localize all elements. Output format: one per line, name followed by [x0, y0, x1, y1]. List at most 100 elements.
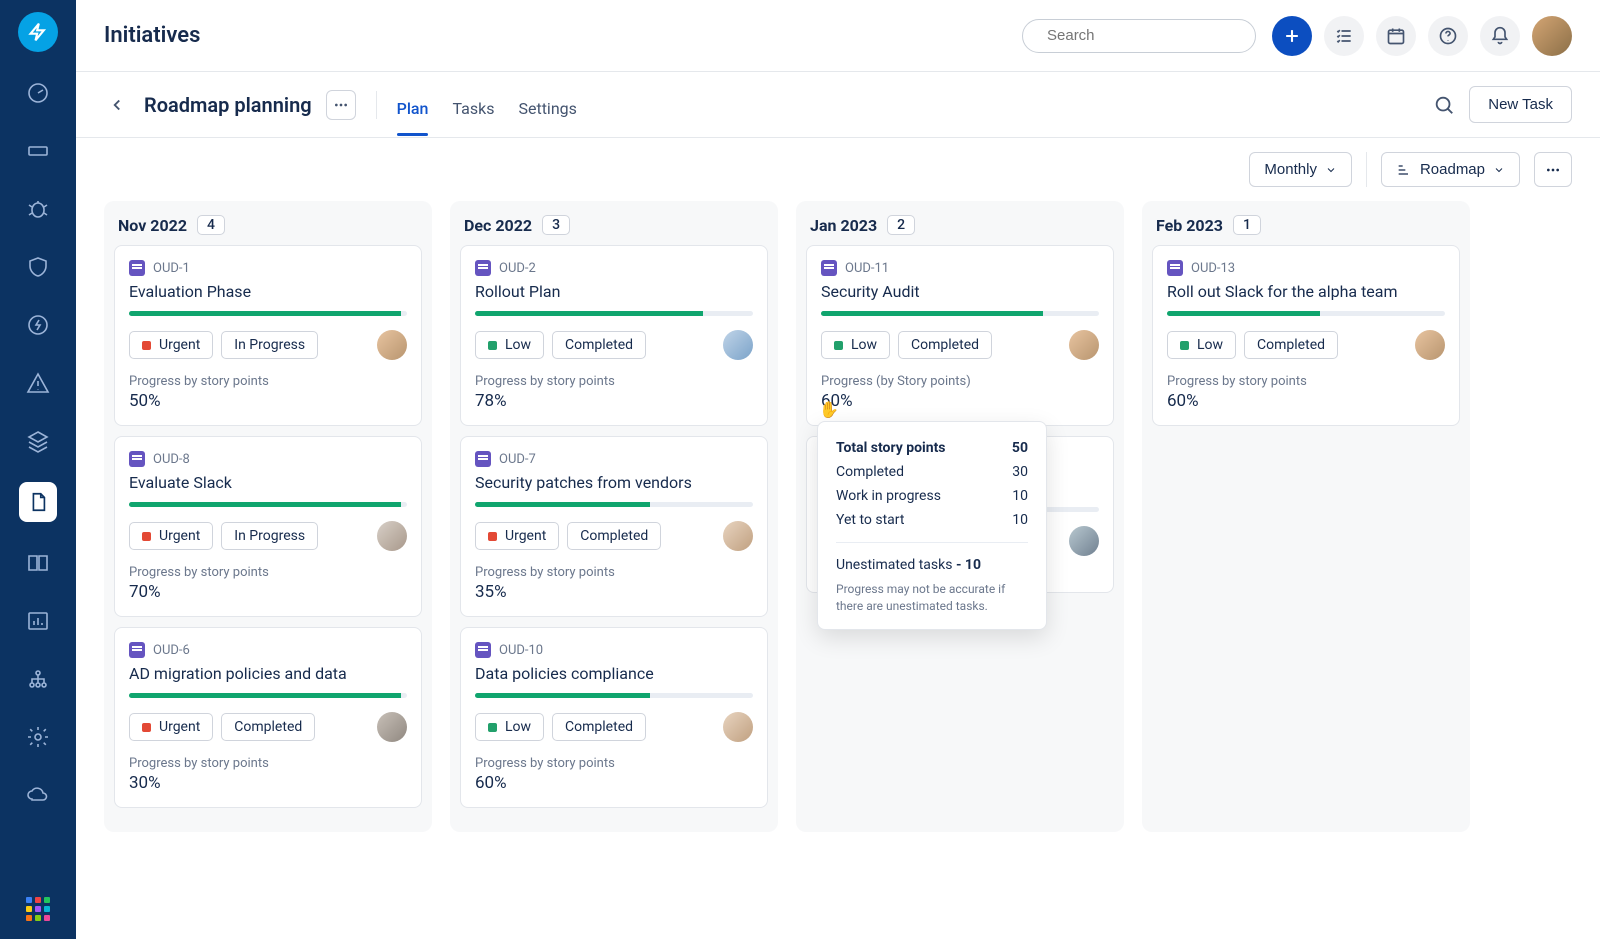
task-card[interactable]: OUD-11Security AuditLowCompletedProgress… [806, 245, 1114, 426]
calendar-icon[interactable] [1376, 16, 1416, 56]
nav-dashboard-icon[interactable] [21, 76, 55, 110]
priority-chip: Urgent [129, 331, 213, 359]
assignee-avatar[interactable] [377, 330, 407, 360]
scale-dropdown[interactable]: Monthly [1249, 152, 1352, 187]
divider [1366, 152, 1367, 187]
card-id: OUD-7 [499, 452, 536, 467]
app-switcher-icon[interactable] [26, 897, 50, 921]
priority-dot [488, 341, 497, 350]
progress-bar [821, 311, 1099, 316]
column-title: Jan 2023 [810, 216, 877, 235]
nav-tickets-icon[interactable] [21, 134, 55, 168]
view-label: Roadmap [1420, 161, 1485, 178]
status-chip: Completed [221, 713, 315, 741]
nav-chart-icon[interactable] [21, 604, 55, 638]
column-count: 3 [542, 215, 570, 235]
task-card[interactable]: OUD-13Roll out Slack for the alpha teamL… [1152, 245, 1460, 426]
initiative-icon [129, 642, 145, 658]
more-view-button[interactable] [1534, 152, 1572, 187]
card-title: Security patches from vendors [475, 473, 753, 492]
nav-document-icon[interactable] [19, 482, 57, 522]
task-card[interactable]: OUD-1Evaluation PhaseUrgentIn ProgressPr… [114, 245, 422, 426]
progress-value: 60% [1167, 391, 1445, 411]
column-title: Nov 2022 [118, 216, 187, 235]
tab-settings[interactable]: Settings [518, 89, 576, 136]
card-title: AD migration policies and data [129, 664, 407, 683]
popover-row: Work in progress10 [836, 484, 1028, 508]
card-title: Security Audit [821, 282, 1099, 301]
task-card[interactable]: OUD-6AD migration policies and dataUrgen… [114, 627, 422, 808]
tab-tasks[interactable]: Tasks [452, 89, 494, 136]
more-button[interactable] [326, 90, 356, 120]
progress-value: 60% [821, 391, 1099, 411]
new-task-button[interactable]: New Task [1469, 86, 1572, 123]
user-avatar[interactable] [1532, 16, 1572, 56]
back-button[interactable] [104, 92, 130, 118]
chevron-down-icon [1493, 164, 1505, 176]
card-id: OUD-10 [499, 643, 543, 658]
progress-bar [475, 693, 753, 698]
logo-icon[interactable] [18, 12, 58, 52]
column: Nov 20224OUD-1Evaluation PhaseUrgentIn P… [104, 201, 432, 832]
checklist-icon[interactable] [1324, 16, 1364, 56]
create-button[interactable] [1272, 16, 1312, 56]
priority-dot [488, 532, 497, 541]
progress-bar [129, 502, 407, 507]
card-title: Evaluate Slack [129, 473, 407, 492]
assignee-avatar[interactable] [1415, 330, 1445, 360]
card-title: Roll out Slack for the alpha team [1167, 282, 1445, 301]
notifications-icon[interactable] [1480, 16, 1520, 56]
status-chip: Completed [552, 713, 646, 741]
priority-chip: Urgent [475, 522, 559, 550]
nav-cloud-icon[interactable] [21, 778, 55, 812]
initiative-icon [475, 260, 491, 276]
tab-plan[interactable]: Plan [397, 89, 429, 136]
assignee-avatar[interactable] [1069, 526, 1099, 556]
search-page-icon[interactable] [1433, 94, 1455, 116]
card-id: OUD-8 [153, 452, 190, 467]
task-card[interactable]: OUD-7 Security patches from vendors Urgent… [460, 436, 768, 617]
search-box[interactable] [1022, 19, 1256, 53]
priority-chip: Low [821, 331, 890, 359]
nav-alert-icon[interactable] [21, 366, 55, 400]
task-card[interactable]: OUD-10Data policies complianceLowComplet… [460, 627, 768, 808]
page-title: Roadmap planning [144, 93, 312, 117]
progress-value: 50% [129, 391, 407, 411]
nav-book-icon[interactable] [21, 546, 55, 580]
card-title: Evaluation Phase [129, 282, 407, 301]
popover-total: Total story points50 [836, 436, 1028, 460]
column-count: 4 [197, 215, 225, 235]
progress-value: 78% [475, 391, 753, 411]
status-chip: Completed [567, 522, 661, 550]
card-title: Rollout Plan [475, 282, 753, 301]
nav-layers-icon[interactable] [21, 424, 55, 458]
nav-bolt-icon[interactable] [21, 308, 55, 342]
card-id: OUD-13 [1191, 261, 1235, 276]
assignee-avatar[interactable] [723, 712, 753, 742]
column: Dec 20223OUD-2Rollout PlanLowCompletedPr… [450, 201, 778, 832]
scale-label: Monthly [1264, 161, 1317, 178]
progress-value: 30% [129, 773, 407, 793]
search-input[interactable] [1047, 27, 1246, 44]
nav-shield-icon[interactable] [21, 250, 55, 284]
priority-dot [142, 341, 151, 350]
task-card[interactable]: OUD-8Evaluate SlackUrgentIn ProgressProg… [114, 436, 422, 617]
task-card[interactable]: OUD-2Rollout PlanLowCompletedProgress by… [460, 245, 768, 426]
progress-value: 70% [129, 582, 407, 602]
assignee-avatar[interactable] [377, 521, 407, 551]
nav-bug-icon[interactable] [21, 192, 55, 226]
assignee-avatar[interactable] [723, 330, 753, 360]
card-id: OUD-11 [845, 261, 889, 276]
assignee-avatar[interactable] [723, 521, 753, 551]
nav-settings-icon[interactable] [21, 720, 55, 754]
initiative-icon [475, 642, 491, 658]
card-id: OUD-1 [153, 261, 190, 276]
assignee-avatar[interactable] [1069, 330, 1099, 360]
priority-dot [142, 532, 151, 541]
assignee-avatar[interactable] [377, 712, 407, 742]
view-dropdown[interactable]: Roadmap [1381, 152, 1520, 187]
nav-org-icon[interactable] [21, 662, 55, 696]
help-icon[interactable] [1428, 16, 1468, 56]
progress-label: Progress by story points [129, 565, 407, 580]
initiative-icon [821, 260, 837, 276]
